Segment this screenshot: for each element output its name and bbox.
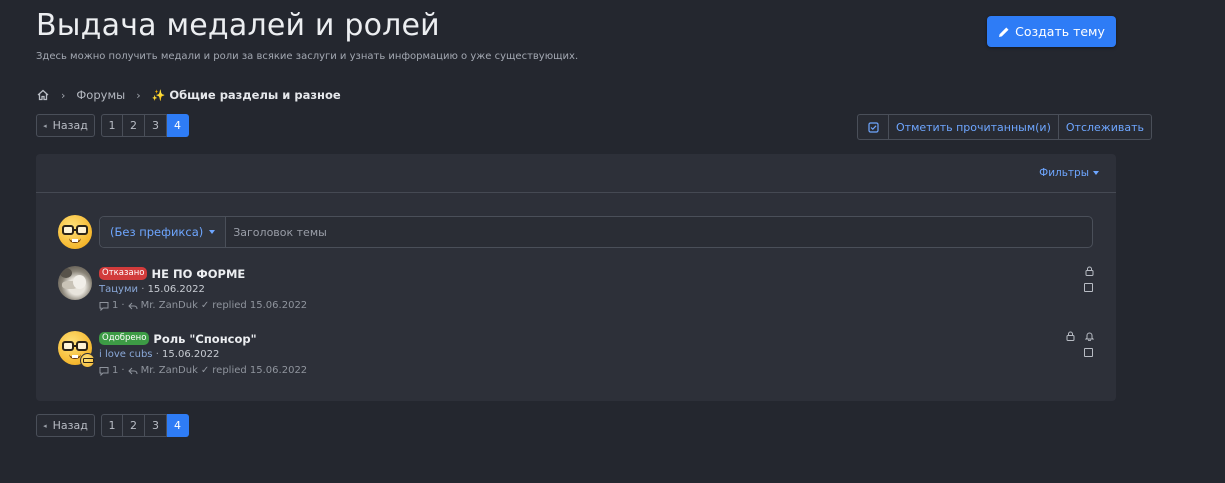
verified-check-icon: ✓ xyxy=(200,300,210,311)
meta-separator: · xyxy=(121,300,125,311)
last-poster-avatar[interactable] xyxy=(80,353,95,368)
thread-title[interactable]: НЕ ПО ФОРМЕ xyxy=(151,267,245,281)
thread-select-checkbox[interactable] xyxy=(1084,283,1093,292)
caret-down-icon xyxy=(1093,171,1099,175)
chevron-right-icon: › xyxy=(136,88,141,102)
checkbox-icon xyxy=(867,121,879,133)
lock-icon xyxy=(1066,331,1075,341)
watch-button[interactable]: Отслеживать xyxy=(1057,115,1151,139)
chevron-right-icon: › xyxy=(61,88,66,102)
mark-read-button[interactable]: Отметить прочитанным(и) xyxy=(888,115,1058,139)
lock-icon xyxy=(1085,266,1094,276)
thread-title[interactable]: Роль "Спонсор" xyxy=(153,332,256,346)
meta-separator: · xyxy=(121,365,125,376)
pagination-back-label: Назад xyxy=(52,119,88,132)
page-link-current[interactable]: 4 xyxy=(167,414,189,437)
page-link[interactable]: 1 xyxy=(101,414,123,437)
status-badge: Отказано xyxy=(99,267,148,280)
comment-icon xyxy=(99,301,109,311)
breadcrumb: › Форумы › ✨ Общие разделы и разное xyxy=(36,86,341,104)
thread-title-input[interactable] xyxy=(226,217,1092,247)
thread-list-panel: Фильтры (Без префикса) Отказано НЕ ПО ФО… xyxy=(36,154,1116,401)
page-link[interactable]: 1 xyxy=(101,114,123,137)
pagination-bottom: ◂ Назад 1 2 3 4 xyxy=(36,414,189,437)
forum-actions: Отметить прочитанным(и) Отслеживать xyxy=(857,114,1152,140)
thread-row: Одобрено Роль "Спонсор" i love cubs · 15… xyxy=(36,331,1116,387)
chevron-left-icon: ◂ xyxy=(43,421,47,430)
page-title: Выдача медалей и ролей xyxy=(36,8,440,43)
last-poster[interactable]: Mr. ZanDuk xyxy=(141,365,198,376)
reply-arrow-icon xyxy=(127,367,138,374)
page-description: Здесь можно получить медали и роли за вс… xyxy=(36,51,579,62)
current-user-avatar[interactable] xyxy=(58,215,92,249)
thread-list-header: Фильтры xyxy=(36,154,1116,193)
pagination-back-label: Назад xyxy=(52,419,88,432)
thread-author[interactable]: i love cubs xyxy=(99,349,153,360)
last-reply-label[interactable]: replied 15.06.2022 xyxy=(212,365,307,376)
pagination-top: ◂ Назад 1 2 3 4 xyxy=(36,114,189,137)
create-thread-button[interactable]: Создать тему xyxy=(987,16,1116,47)
page-link[interactable]: 2 xyxy=(123,114,145,137)
quick-thread-form: (Без префикса) xyxy=(99,216,1093,248)
thread-author[interactable]: Тацуми xyxy=(99,284,138,295)
thread-select-checkbox[interactable] xyxy=(1084,348,1093,357)
pencil-icon xyxy=(999,27,1009,37)
page-link[interactable]: 3 xyxy=(145,114,167,137)
caret-down-icon xyxy=(209,230,216,234)
filters-dropdown[interactable]: Фильтры xyxy=(1039,167,1099,179)
status-badge: Одобрено xyxy=(99,332,150,345)
bell-icon xyxy=(1085,332,1094,341)
sparkle-icon: ✨ xyxy=(151,88,166,102)
select-threads-button[interactable] xyxy=(858,115,888,139)
verified-check-icon: ✓ xyxy=(200,365,210,376)
breadcrumb-current[interactable]: Общие разделы и разное xyxy=(169,88,340,102)
page-link-current[interactable]: 4 xyxy=(167,114,189,137)
prefix-select[interactable]: (Без префикса) xyxy=(100,217,227,247)
breadcrumb-item-forums[interactable]: Форумы xyxy=(76,88,125,102)
page-link[interactable]: 3 xyxy=(145,414,167,437)
create-thread-label: Создать тему xyxy=(1015,24,1105,39)
thread-date[interactable]: 15.06.2022 xyxy=(162,349,219,360)
last-poster[interactable]: Mr. ZanDuk xyxy=(141,300,198,311)
reply-arrow-icon xyxy=(127,302,138,309)
page-link[interactable]: 2 xyxy=(123,414,145,437)
author-avatar[interactable] xyxy=(58,266,92,300)
thread-row: Отказано НЕ ПО ФОРМЕ Тацуми · 15.06.2022… xyxy=(36,266,1116,322)
reply-count: 1 xyxy=(112,300,119,311)
filters-label: Фильтры xyxy=(1039,167,1089,179)
thread-date[interactable]: 15.06.2022 xyxy=(148,284,205,295)
pagination-back-button[interactable]: ◂ Назад xyxy=(36,414,95,437)
pagination-back-button[interactable]: ◂ Назад xyxy=(36,114,95,137)
chevron-left-icon: ◂ xyxy=(43,121,47,130)
comment-icon xyxy=(99,366,109,376)
last-reply-label[interactable]: replied 15.06.2022 xyxy=(212,300,307,311)
home-icon[interactable] xyxy=(36,88,50,102)
reply-count: 1 xyxy=(112,365,119,376)
prefix-select-label: (Без префикса) xyxy=(110,225,204,239)
